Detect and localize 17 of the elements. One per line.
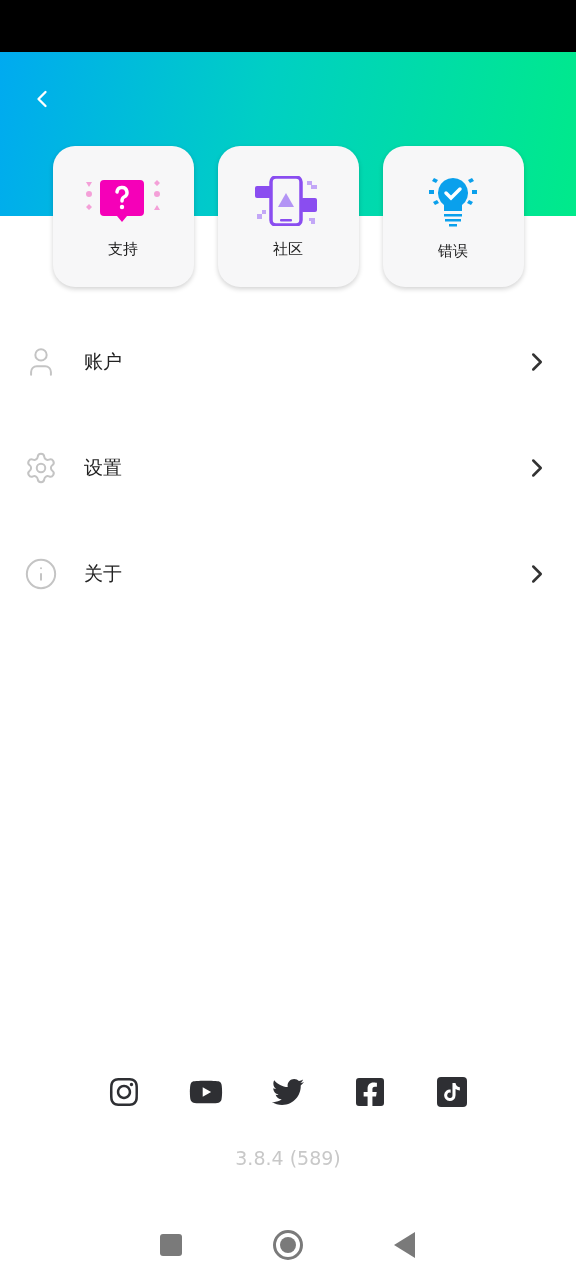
menu-item[interactable]: 设置 <box>0 415 576 521</box>
menu-item[interactable]: 账户 <box>0 309 576 415</box>
settings-icon <box>24 451 58 485</box>
shortcut-card[interactable]: 支持 <box>52 146 194 287</box>
facebook-icon <box>354 1076 386 1108</box>
home-button[interactable] <box>272 1229 304 1261</box>
tiktok-icon <box>437 1077 467 1107</box>
social-link[interactable] <box>353 1075 387 1109</box>
social-link[interactable] <box>107 1075 141 1109</box>
menu-item[interactable]: 关于 <box>0 521 576 627</box>
back-nav-button[interactable] <box>394 1232 416 1258</box>
shortcut-card[interactable]: 社区 <box>217 146 359 287</box>
twitter-icon <box>272 1076 304 1108</box>
social-link[interactable] <box>435 1075 469 1109</box>
info-icon <box>24 557 58 591</box>
shortcut-card[interactable]: 错误 <box>382 146 524 287</box>
instagram-icon <box>108 1076 140 1108</box>
